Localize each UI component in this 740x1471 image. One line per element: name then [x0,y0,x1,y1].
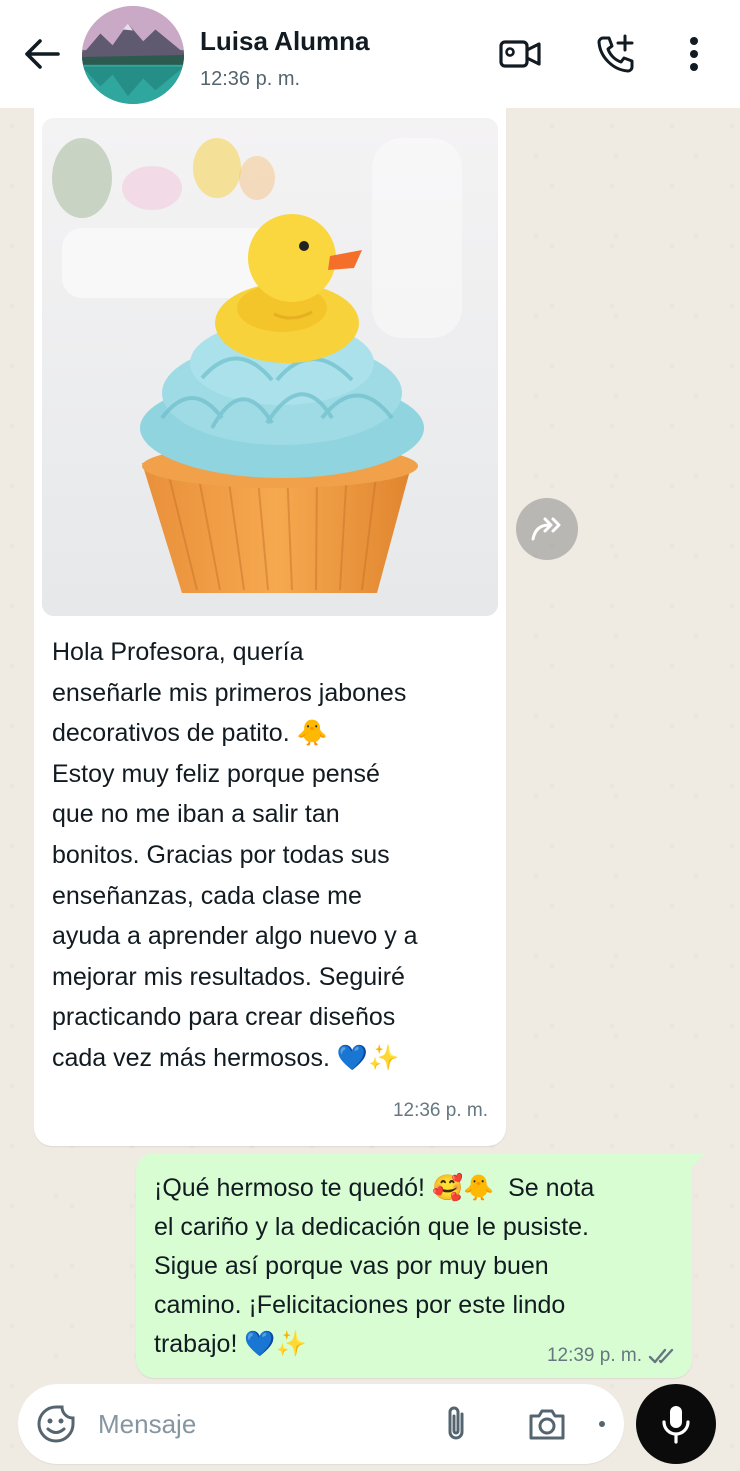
more-options-icon[interactable] [672,32,716,76]
back-arrow-icon[interactable] [22,34,62,74]
message-composer [18,1384,624,1464]
outgoing-message-bubble[interactable]: ¡Qué hermoso te quedó! 🥰🐥 Se nota el car… [136,1153,706,1378]
double-tick-icon [648,1345,678,1367]
paperclip-icon[interactable] [436,1404,476,1444]
duck-cupcake-soap-photo[interactable] [42,118,498,616]
contact-name[interactable]: Luisa Alumna [200,26,370,57]
message-timestamp: 12:36 p. m. [392,1100,488,1121]
video-call-icon[interactable] [498,32,542,76]
message-timestamp: 12:39 p. m. [546,1345,642,1366]
message-input[interactable] [98,1402,428,1446]
outgoing-message-text: ¡Qué hermoso te quedó! 🥰🐥 Se nota el car… [154,1174,595,1358]
add-call-icon[interactable] [594,32,638,76]
incoming-message-bubble[interactable]: Hola Profesora, quería enseñarle mis pri… [34,108,506,1146]
camera-dot-indicator [599,1421,605,1427]
incoming-message-text: Hola Profesora, quería enseñarle mis pri… [52,638,418,1072]
avatar[interactable] [82,6,184,104]
microphone-button[interactable] [636,1384,716,1464]
chat-header: Luisa Alumna 12:36 p. m. [0,0,740,108]
microphone-icon [662,1406,690,1444]
camera-icon[interactable] [526,1404,568,1444]
contact-status: 12:36 p. m. [200,68,301,90]
emoji-icon[interactable] [36,1404,76,1444]
forward-icon[interactable] [516,498,578,560]
